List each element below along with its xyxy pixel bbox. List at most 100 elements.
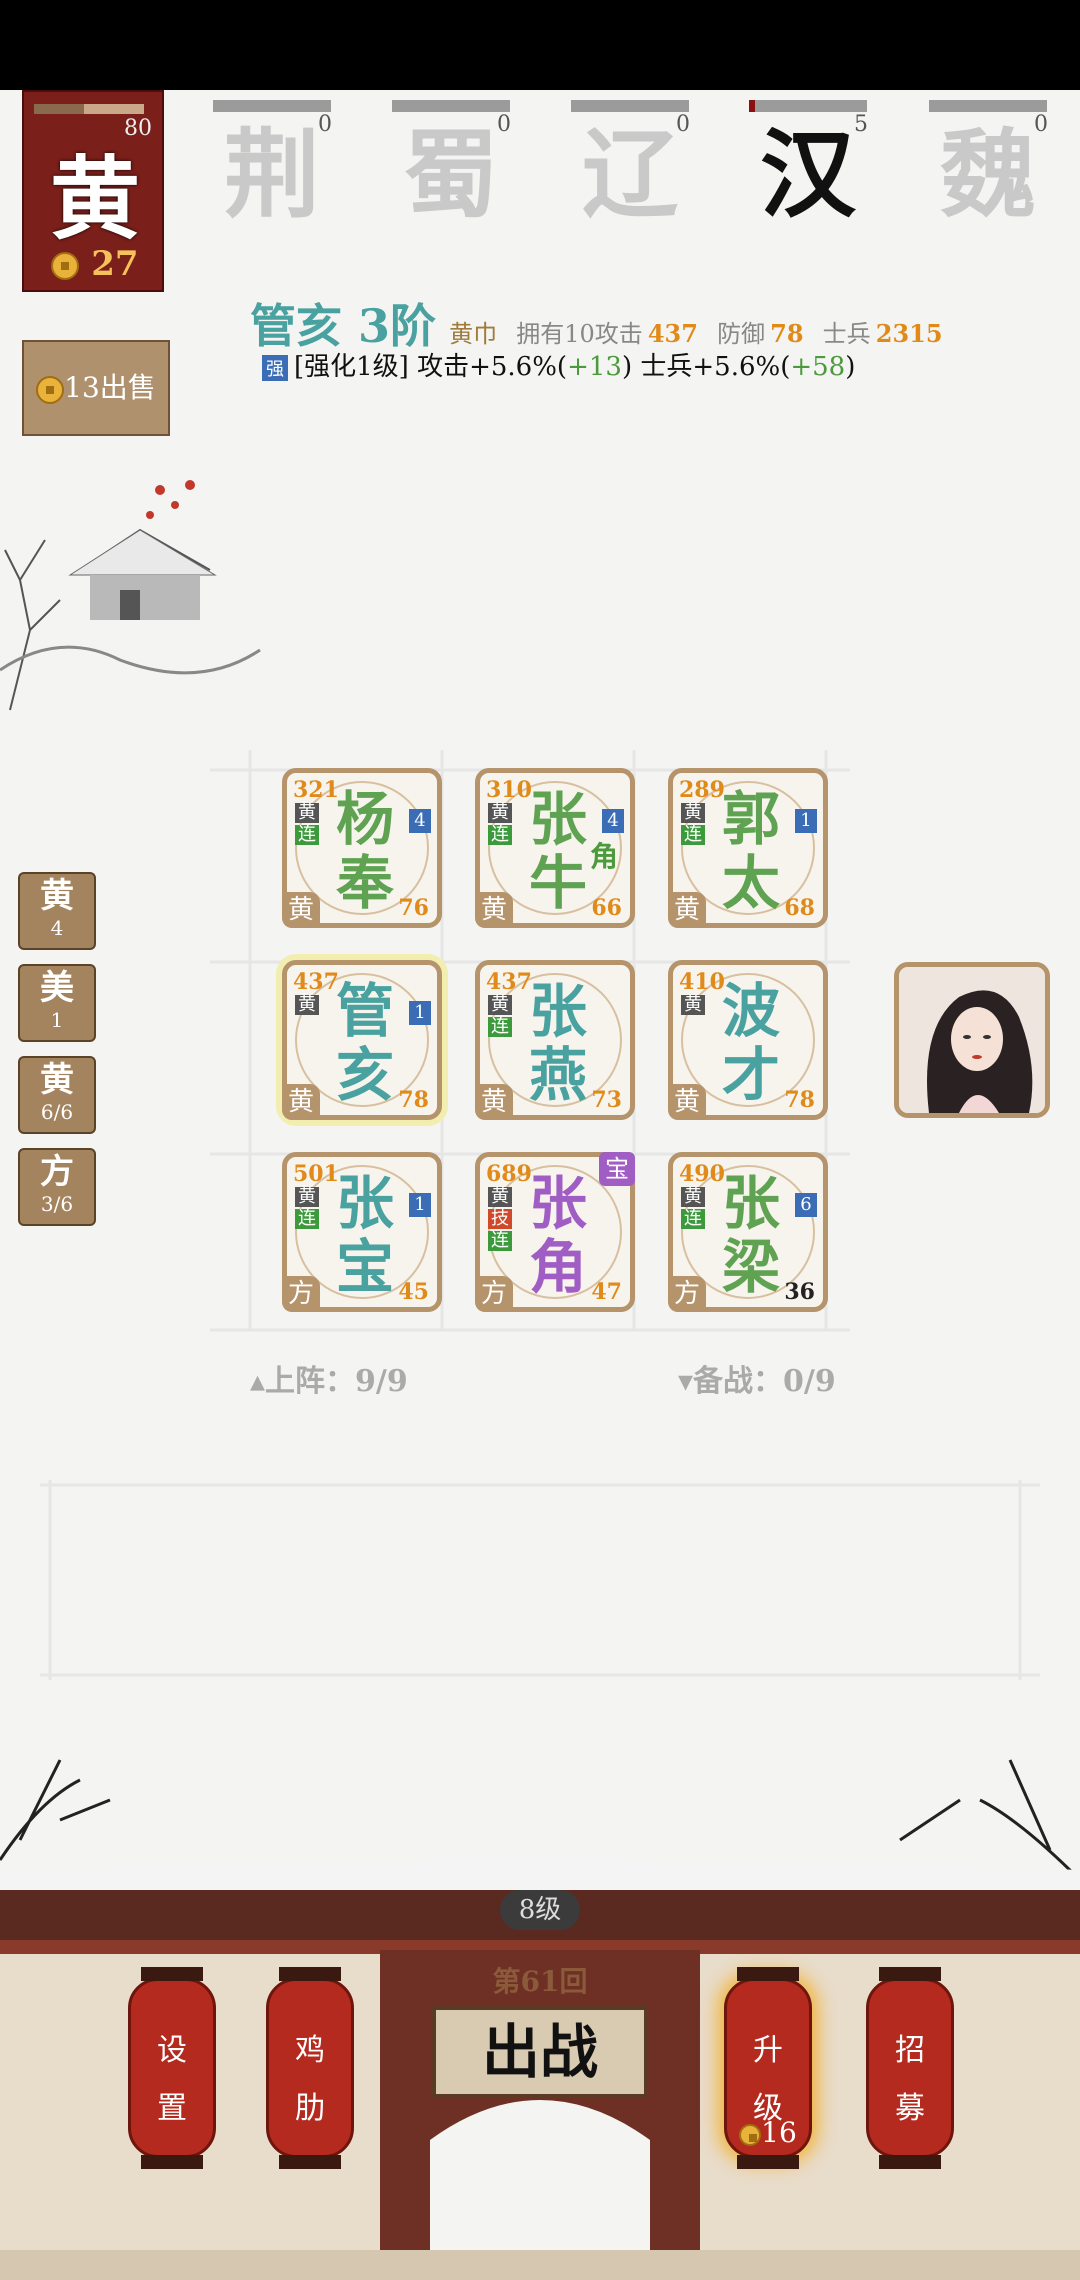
hero-card[interactable]: 437 张燕黄连黄 73 — [475, 960, 635, 1120]
battle-button[interactable]: 出战 — [432, 2006, 648, 2098]
card-tag: 连 — [488, 1017, 512, 1037]
rib-label-1: 鸡 — [295, 2033, 325, 2068]
hero-def-label: 防御 — [717, 320, 766, 348]
card-tags: 黄技连 — [488, 1187, 512, 1253]
buff-mid: ) 士兵+5.6%( — [621, 352, 791, 382]
card-name-2: 牛 — [528, 849, 587, 917]
card-attack: 490 — [679, 1161, 725, 1187]
card-attack: 437 — [293, 969, 339, 995]
card-level: 4 — [602, 809, 624, 833]
reserve-bench[interactable] — [40, 1470, 1040, 1690]
faction-tab-count: 0 — [318, 112, 332, 137]
treasure-badge: 宝 — [599, 1152, 635, 1186]
faction-tab-count: 0 — [676, 112, 690, 137]
hero-soldier: 2315 — [875, 319, 943, 348]
card-name: 管亥 — [335, 979, 395, 1107]
synergy-tag[interactable]: 黄 6/6 — [18, 1056, 96, 1134]
faction-tab-han[interactable]: 5 汉 — [748, 100, 868, 230]
snowy-house-decoration — [0, 480, 261, 711]
card-faction: 黄 — [282, 892, 320, 928]
lantern-cap — [737, 1967, 799, 1981]
buff-soldier-bonus: +58 — [790, 352, 846, 382]
card-tag: 黄 — [488, 1187, 512, 1207]
synergy-tag[interactable]: 方 3/6 — [18, 1148, 96, 1226]
hero-card[interactable]: 310 张牛 4 黄连角黄 66 — [475, 768, 635, 928]
coin-amount: 27 — [91, 244, 139, 284]
upgrade-cost-value: 16 — [761, 2116, 797, 2149]
card-hp: 45 — [398, 1279, 429, 1305]
card-hp: 78 — [784, 1087, 815, 1113]
card-name: 张梁 — [721, 1171, 781, 1299]
settings-label-2: 置 — [157, 2091, 187, 2126]
coin-icon — [51, 252, 80, 280]
lantern-cap — [879, 2155, 941, 2169]
card-name-1: 管 — [335, 977, 394, 1045]
recruit-label-2: 募 — [895, 2091, 925, 2126]
card-attack: 321 — [293, 777, 339, 803]
buff-text: [强化1级] 攻击+5.6%( — [294, 352, 568, 382]
faction-glyph: 黄 — [50, 146, 140, 252]
card-tag: 黄 — [295, 995, 319, 1015]
hero-portrait[interactable] — [894, 962, 1050, 1118]
hero-card[interactable]: 501 张宝 1 黄连方 45 — [282, 1152, 442, 1312]
faction-tab-shu[interactable]: 0 蜀 — [391, 100, 511, 230]
card-name-2: 奉 — [335, 849, 394, 917]
rib-button[interactable]: 鸡 肋 — [266, 1967, 354, 2169]
faction-tab-liao[interactable]: 0 辽 — [570, 100, 690, 230]
faction-tab-jing[interactable]: 0 荆 — [212, 100, 332, 230]
card-level: 1 — [795, 809, 817, 833]
hero-card[interactable]: 289 郭太 1 黄连黄 68 — [668, 768, 828, 928]
faction-card[interactable]: 80 黄 27 — [22, 90, 164, 292]
faction-tab-name: 汉 — [760, 118, 856, 231]
hero-soldier-label: 士兵 — [822, 320, 871, 348]
card-tag: 连 — [295, 825, 319, 845]
lantern-cap — [737, 2155, 799, 2169]
faction-tab-name: 辽 — [582, 118, 678, 231]
hero-def: 78 — [770, 319, 804, 348]
deployed-counter: ▴上阵：9/9 — [250, 1364, 408, 1399]
card-tag: 技 — [488, 1209, 512, 1229]
hero-card[interactable]: 689 张角黄技连宝方 47 — [475, 1152, 635, 1312]
hero-card[interactable]: 321 杨奉 4 黄连黄 76 — [282, 768, 442, 928]
hero-name: 管亥 3阶 — [250, 299, 437, 353]
faction-tab-bar — [929, 100, 1047, 112]
card-tag: 黄 — [295, 803, 319, 823]
synergy-tag[interactable]: 美 1 — [18, 964, 96, 1042]
card-attack: 310 — [486, 777, 532, 803]
card-tags: 黄连 — [681, 803, 705, 847]
sell-button[interactable]: 13出售 — [22, 340, 170, 436]
card-faction: 黄 — [475, 892, 513, 928]
card-name-1: 杨 — [335, 785, 394, 853]
card-faction: 黄 — [475, 1084, 513, 1120]
buff-end: ) — [845, 352, 856, 382]
card-name: 张宝 — [335, 1171, 395, 1299]
hero-card[interactable]: 437 管亥 1 黄黄 78 — [282, 960, 442, 1120]
card-name-2: 角 — [528, 1233, 587, 1301]
synergy-tag-name: 黄 — [40, 876, 74, 916]
lantern-cap — [141, 1967, 203, 1981]
faction-tab-bar — [571, 100, 689, 112]
card-tag: 连 — [295, 1209, 319, 1229]
hero-atk: 437 — [647, 319, 698, 348]
hero-card[interactable]: 410 波才黄黄 78 — [668, 960, 828, 1120]
card-tags: 黄连 — [488, 803, 512, 847]
faction-tab-count: 5 — [854, 112, 868, 137]
synergy-tag-count: 4 — [50, 916, 64, 940]
card-tag: 连 — [681, 825, 705, 845]
hero-own-label: 拥有10 — [516, 320, 595, 348]
status-bar — [0, 0, 1080, 90]
sell-label: 13出售 — [64, 371, 156, 404]
settings-button[interactable]: 设 置 — [128, 1967, 216, 2169]
recruit-button[interactable]: 招 募 — [866, 1967, 954, 2169]
card-attack: 437 — [486, 969, 532, 995]
card-tag: 黄 — [681, 803, 705, 823]
card-level: 1 — [409, 1193, 431, 1217]
lantern-cap — [141, 2155, 203, 2169]
hero-card[interactable]: 490 张梁 6 黄连方 36 — [668, 1152, 828, 1312]
upgrade-button[interactable]: 升 级 16 — [724, 1967, 812, 2169]
faction-tab-wei[interactable]: 0 魏 — [928, 100, 1048, 230]
synergy-tag[interactable]: 黄 4 — [18, 872, 96, 950]
card-name-1: 张 — [721, 1169, 780, 1237]
card-tags: 黄连 — [295, 1187, 319, 1231]
card-name-2: 梁 — [721, 1233, 780, 1301]
